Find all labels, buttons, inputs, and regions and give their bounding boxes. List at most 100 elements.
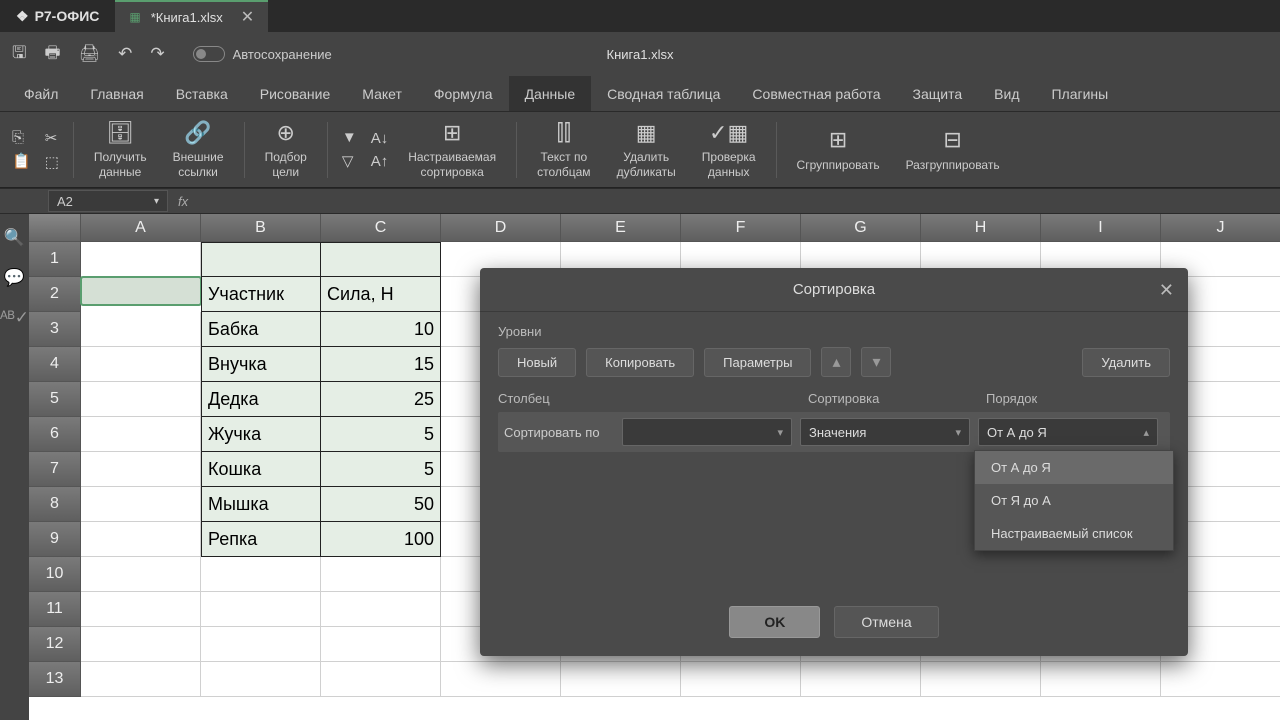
tab-plugins[interactable]: Плагины xyxy=(1035,76,1124,111)
print-icon[interactable]: 🖶 xyxy=(44,40,60,69)
col-header-D[interactable]: D xyxy=(441,214,561,242)
cell[interactable] xyxy=(1161,662,1280,697)
cell[interactable] xyxy=(921,662,1041,697)
cell[interactable]: 50 xyxy=(321,487,441,522)
remove-duplicates-button[interactable]: ▦Удалить дубликаты xyxy=(607,120,686,179)
goal-seek-button[interactable]: ⊕Подбор цели xyxy=(255,120,317,179)
comments-icon[interactable]: 💬 xyxy=(4,268,25,288)
tab-formula[interactable]: Формула xyxy=(418,76,509,111)
dropdown-item[interactable]: Настраиваемый список xyxy=(975,517,1173,550)
cell-reference[interactable]: A2 ▾ xyxy=(48,190,168,212)
cell[interactable]: 5 xyxy=(321,417,441,452)
cell[interactable]: 5 xyxy=(321,452,441,487)
cell[interactable] xyxy=(321,627,441,662)
cell[interactable]: Репка xyxy=(201,522,321,557)
cell[interactable]: Жучка xyxy=(201,417,321,452)
cell[interactable] xyxy=(81,347,201,382)
cut-icon[interactable]: ✂ xyxy=(45,129,59,147)
paste-icon[interactable]: 📋 xyxy=(12,152,31,170)
cell[interactable] xyxy=(681,662,801,697)
cell[interactable] xyxy=(1041,662,1161,697)
chevron-down-icon[interactable]: ▾ xyxy=(154,196,159,207)
row-header[interactable]: 12 xyxy=(29,627,81,662)
cell[interactable] xyxy=(801,662,921,697)
tab-layout[interactable]: Макет xyxy=(346,76,418,111)
col-header-I[interactable]: I xyxy=(1041,214,1161,242)
col-header-H[interactable]: H xyxy=(921,214,1041,242)
sort-on-select[interactable]: Значения▾ xyxy=(800,418,970,446)
redo-icon[interactable]: ↷ xyxy=(150,44,164,64)
cell[interactable] xyxy=(201,242,321,277)
row-header[interactable]: 8 xyxy=(29,487,81,522)
col-header-A[interactable]: A xyxy=(81,214,201,242)
tab-pivot[interactable]: Сводная таблица xyxy=(591,76,736,111)
cell[interactable]: Сила, Н xyxy=(321,277,441,312)
quickprint-icon[interactable]: 🖨 xyxy=(79,44,101,64)
cell[interactable] xyxy=(81,452,201,487)
tab-view[interactable]: Вид xyxy=(978,76,1035,111)
tab-data[interactable]: Данные xyxy=(509,76,592,111)
data-validation-button[interactable]: ✓▦Проверка данных xyxy=(692,120,766,179)
cell[interactable] xyxy=(201,592,321,627)
tab-home[interactable]: Главная xyxy=(74,76,159,111)
col-header-J[interactable]: J xyxy=(1161,214,1280,242)
get-data-button[interactable]: 🗄Получить данные xyxy=(84,120,157,179)
row-header[interactable]: 6 xyxy=(29,417,81,452)
delete-level-button[interactable]: Удалить xyxy=(1082,348,1170,377)
cell[interactable] xyxy=(81,592,201,627)
row-header[interactable]: 3 xyxy=(29,312,81,347)
col-header-B[interactable]: B xyxy=(201,214,321,242)
column-select[interactable]: ▾ xyxy=(622,418,792,446)
row-header[interactable]: 13 xyxy=(29,662,81,697)
copy-icon[interactable]: ⎘ xyxy=(12,129,31,146)
order-select[interactable]: От А до Я▴ xyxy=(978,418,1158,446)
clear-filter-icon[interactable]: ▽ xyxy=(342,152,357,170)
row-header[interactable]: 7 xyxy=(29,452,81,487)
cell[interactable] xyxy=(81,557,201,592)
cell[interactable] xyxy=(81,487,201,522)
row-header[interactable]: 4 xyxy=(29,347,81,382)
autosave-toggle[interactable]: Автосохранение xyxy=(193,46,332,62)
sort-asc-icon[interactable]: A↓ xyxy=(371,130,389,147)
ungroup-button[interactable]: ⊟Разгруппировать xyxy=(896,127,1010,172)
sort-desc-icon[interactable]: A↑ xyxy=(371,153,389,170)
spellcheck-icon[interactable]: ᴬᴮ✓ xyxy=(0,308,29,328)
select-icon[interactable]: ⬚ xyxy=(45,153,59,171)
copy-level-button[interactable]: Копировать xyxy=(586,348,694,377)
cell[interactable]: Бабка xyxy=(201,312,321,347)
col-header-F[interactable]: F xyxy=(681,214,801,242)
cell[interactable]: Внучка xyxy=(201,347,321,382)
cell[interactable]: 10 xyxy=(321,312,441,347)
cell[interactable] xyxy=(81,522,201,557)
row-header[interactable]: 9 xyxy=(29,522,81,557)
row-header[interactable]: 1 xyxy=(29,242,81,277)
custom-sort-button[interactable]: ⊞Настраиваемая сортировка xyxy=(398,120,506,179)
cell[interactable] xyxy=(81,277,201,305)
group-button[interactable]: ⊞Сгруппировать xyxy=(787,127,890,172)
tab-draw[interactable]: Рисование xyxy=(244,76,347,111)
dropdown-item[interactable]: От А до Я xyxy=(975,451,1173,484)
cell[interactable] xyxy=(81,312,201,347)
cell[interactable]: Участник xyxy=(201,277,321,312)
cell[interactable] xyxy=(81,382,201,417)
toggle-icon[interactable] xyxy=(193,46,225,62)
search-icon[interactable]: 🔍 xyxy=(4,228,25,248)
document-tab[interactable]: ▦ *Книга1.xlsx ✕ xyxy=(115,0,268,32)
ok-button[interactable]: OK xyxy=(729,606,820,638)
tab-file[interactable]: Файл xyxy=(8,76,74,111)
row-header[interactable]: 10 xyxy=(29,557,81,592)
cell[interactable] xyxy=(81,417,201,452)
filter-icon[interactable]: ▼ xyxy=(342,129,357,146)
cell[interactable] xyxy=(201,557,321,592)
undo-icon[interactable]: ↶ xyxy=(118,44,132,64)
row-header[interactable]: 5 xyxy=(29,382,81,417)
cell[interactable] xyxy=(81,627,201,662)
cell[interactable] xyxy=(321,592,441,627)
cell[interactable] xyxy=(81,662,201,697)
fx-label[interactable]: fx xyxy=(178,194,188,209)
cell[interactable] xyxy=(321,557,441,592)
cell[interactable] xyxy=(441,662,561,697)
move-up-button[interactable]: ▴ xyxy=(821,347,851,377)
external-links-button[interactable]: 🔗Внешние ссылки xyxy=(163,120,234,179)
close-icon[interactable]: ✕ xyxy=(241,7,254,27)
